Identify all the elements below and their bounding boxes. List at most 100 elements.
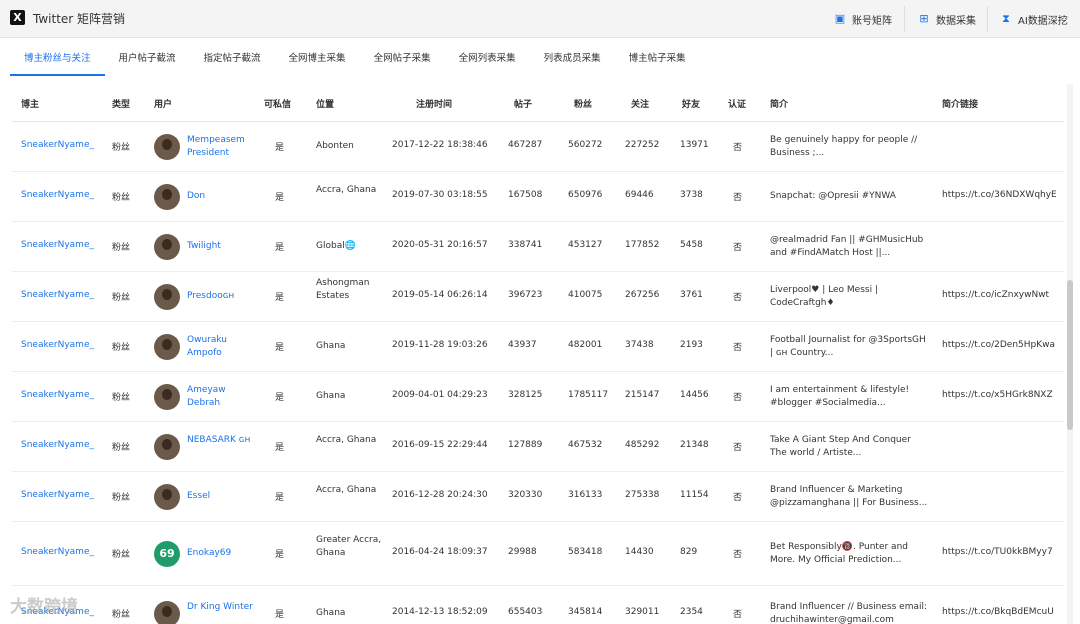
- cell-bio-link: https://t.co/36NDXWqhyE: [942, 190, 1057, 201]
- hourglass-icon: ⧗: [1002, 12, 1010, 25]
- account-matrix-label: 账号矩阵: [852, 15, 892, 27]
- avatar[interactable]: [154, 484, 180, 510]
- tab-blogger-fans[interactable]: 博主粉丝与关注: [10, 44, 105, 76]
- cell-friends: 3738: [680, 190, 703, 201]
- table-row[interactable]: SneakerNyame_ 粉丝 Presdooɢʜ 是 Ashongman Estat…: [12, 272, 1064, 322]
- cell-blogger[interactable]: SneakerNyame_: [21, 240, 94, 250]
- avatar[interactable]: [154, 134, 180, 160]
- cell-type: 粉丝: [112, 393, 131, 404]
- tab-all-bloggers[interactable]: 全网博主采集: [275, 44, 360, 76]
- cell-blogger[interactable]: SneakerNyame_: [21, 290, 94, 300]
- cell-user[interactable]: Twilight: [187, 240, 253, 254]
- cell-location: Ashongman Estates: [316, 277, 370, 302]
- col-bio[interactable]: 简介: [770, 97, 788, 110]
- table-row[interactable]: SneakerNyame_ 粉丝 Dr King Winter 是 Ghana 2014-…: [12, 586, 1064, 624]
- col-type[interactable]: 类型: [112, 97, 130, 110]
- cell-registered: 2017-12-22 18:38:46: [392, 140, 488, 151]
- avatar[interactable]: 69: [154, 541, 180, 567]
- cell-dm: 是: [275, 550, 285, 561]
- cell-verified: 否: [733, 243, 743, 254]
- table-row[interactable]: SneakerNyame_ 粉丝 Don 是 Accra, Ghana 2019-07-3…: [12, 172, 1064, 222]
- col-user[interactable]: 用户: [154, 97, 172, 110]
- cell-blogger[interactable]: SneakerNyame_: [21, 190, 94, 200]
- cell-user[interactable]: Essel: [187, 490, 253, 504]
- cell-blogger[interactable]: SneakerNyame_: [21, 140, 94, 150]
- table-row[interactable]: SneakerNyame_ 粉丝 NEBASARK ɢʜ 是 Accra, Ghana 2…: [12, 422, 1064, 472]
- table-row[interactable]: SneakerNyame_ 粉丝 Mempeasem President 是 Abont…: [12, 122, 1064, 172]
- cell-type: 粉丝: [112, 293, 131, 304]
- cell-following: 267256: [625, 290, 660, 301]
- avatar[interactable]: [154, 184, 180, 210]
- col-bio-link[interactable]: 简介链接: [942, 97, 978, 110]
- table-row[interactable]: SneakerNyame_ 粉丝 Twilight 是 Global🌐 2020-05-3…: [12, 222, 1064, 272]
- cell-friends: 5458: [680, 240, 703, 251]
- cell-following: 215147: [625, 390, 660, 401]
- account-matrix-button[interactable]: ▣ 账号矩阵: [834, 8, 892, 30]
- col-following[interactable]: 关注: [631, 97, 649, 110]
- cell-friends: 2193: [680, 340, 703, 351]
- cell-user[interactable]: Mempeasem President: [187, 134, 253, 161]
- avatar[interactable]: [154, 334, 180, 360]
- tab-all-lists[interactable]: 全网列表采集: [445, 44, 530, 76]
- cell-posts: 396723: [508, 290, 543, 301]
- cell-registered: 2016-12-28 20:24:30: [392, 490, 488, 501]
- cell-followers: 316133: [568, 490, 603, 501]
- col-blogger[interactable]: 博主: [21, 97, 39, 110]
- header-divider: [904, 6, 905, 32]
- col-followers[interactable]: 粉丝: [574, 97, 592, 110]
- col-friends[interactable]: 好友: [682, 97, 700, 110]
- cell-blogger[interactable]: SneakerNyame_: [21, 340, 94, 350]
- table-row[interactable]: SneakerNyame_ 粉丝 Essel 是 Accra, Ghana 2016-12…: [12, 472, 1064, 522]
- col-dm[interactable]: 可私信: [264, 97, 291, 110]
- cell-user[interactable]: Don: [187, 190, 253, 204]
- cell-user[interactable]: Presdooɢʜ: [187, 290, 253, 304]
- cell-friends: 3761: [680, 290, 703, 301]
- cell-user[interactable]: Ameyaw Debrah: [187, 384, 253, 411]
- tab-all-posts[interactable]: 全网帖子采集: [360, 44, 445, 76]
- cell-bio: Take A Giant Step And Conquer The world …: [770, 434, 911, 459]
- avatar[interactable]: [154, 284, 180, 310]
- cell-user[interactable]: Enokay69: [187, 547, 253, 561]
- cell-user[interactable]: NEBASARK ɢʜ: [187, 434, 253, 448]
- cell-following: 177852: [625, 240, 660, 251]
- cell-location: Global🌐: [316, 241, 356, 252]
- cell-blogger[interactable]: SneakerNyame_: [21, 390, 94, 400]
- tab-list-members[interactable]: 列表成员采集: [530, 44, 615, 76]
- avatar[interactable]: [154, 384, 180, 410]
- avatar[interactable]: [154, 234, 180, 260]
- cell-blogger[interactable]: SneakerNyame_: [21, 547, 94, 557]
- tab-blogger-posts[interactable]: 博主帖子采集: [615, 44, 700, 76]
- tab-specified-posts[interactable]: 指定帖子截流: [190, 44, 275, 76]
- cell-following: 37438: [625, 340, 654, 351]
- col-location[interactable]: 位置: [316, 97, 334, 110]
- scrollbar-thumb[interactable]: [1067, 280, 1073, 430]
- table-row[interactable]: SneakerNyame_ 粉丝 Owuraku Ampofo 是 Ghana 2019-…: [12, 322, 1064, 372]
- cell-friends: 13971: [680, 140, 709, 151]
- table-row[interactable]: SneakerNyame_ 粉丝 69 Enokay69 是 Greater Accra,…: [12, 522, 1064, 586]
- table-row[interactable]: SneakerNyame_ 粉丝 Ameyaw Debrah 是 Ghana 2009-0…: [12, 372, 1064, 422]
- cell-blogger[interactable]: SneakerNyame_: [21, 440, 94, 450]
- data-table: 博主 类型 用户 可私信 位置 注册时间 帖子 粉丝 关注 好友 认证 简介 简…: [12, 84, 1064, 624]
- avatar[interactable]: [154, 434, 180, 460]
- cell-posts: 127889: [508, 440, 543, 451]
- cell-blogger[interactable]: SneakerNyame_: [21, 490, 94, 500]
- cell-dm: 是: [275, 193, 285, 204]
- cell-bio-link: https://t.co/TU0kkBMyy7: [942, 547, 1053, 558]
- cell-type: 粉丝: [112, 493, 131, 504]
- col-verified[interactable]: 认证: [728, 97, 746, 110]
- cell-location: Ghana: [316, 608, 346, 619]
- ai-mining-button[interactable]: ⧗ AI数据深挖: [1000, 8, 1068, 30]
- cell-user[interactable]: Owuraku Ampofo: [187, 334, 253, 361]
- cell-user[interactable]: Dr King Winter: [187, 601, 253, 615]
- data-collect-button[interactable]: ⊞ 数据采集: [918, 8, 976, 30]
- col-posts[interactable]: 帖子: [514, 97, 532, 110]
- cell-verified: 否: [733, 610, 743, 621]
- watermark: 大数跨境: [10, 597, 78, 617]
- avatar[interactable]: [154, 601, 180, 624]
- cell-bio: Snapchat: @Opresii #YNWA: [770, 191, 896, 202]
- tab-user-posts[interactable]: 用户帖子截流: [105, 44, 190, 76]
- tab-bar: 博主粉丝与关注 用户帖子截流 指定帖子截流 全网博主采集 全网帖子采集 全网列表…: [10, 44, 700, 76]
- cell-registered: 2016-09-15 22:29:44: [392, 440, 488, 451]
- cell-location: Greater Accra, Ghana: [316, 534, 382, 559]
- col-registered[interactable]: 注册时间: [416, 97, 452, 110]
